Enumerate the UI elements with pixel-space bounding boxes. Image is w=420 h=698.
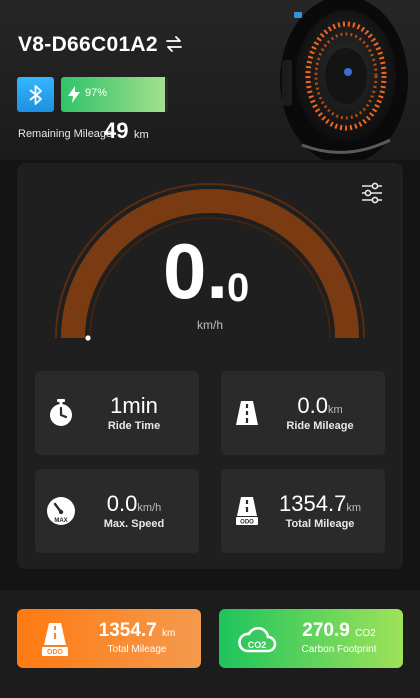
bluetooth-button[interactable] bbox=[17, 77, 54, 112]
remaining-mileage-value: 49 bbox=[104, 118, 129, 143]
max-speed-label: Max. Speed bbox=[103, 518, 165, 530]
ride-mileage-card: 0.0km Ride Mileage bbox=[221, 371, 385, 455]
unicycle-image bbox=[280, 0, 408, 160]
ride-time-label: Ride Time bbox=[107, 420, 161, 432]
lightning-icon bbox=[68, 86, 80, 103]
ride-mileage-label: Ride Mileage bbox=[286, 420, 354, 432]
swap-device-icon[interactable] bbox=[165, 35, 183, 53]
carbon-footprint-tile[interactable]: CO2 270.9 CO2 Carbon Footprint bbox=[219, 609, 403, 668]
total-mileage-value: 1354.7km bbox=[279, 491, 361, 516]
speed-value-int: 0. bbox=[163, 227, 229, 315]
gauge-indicator-dot bbox=[85, 335, 91, 341]
remaining-mileage-unit: km bbox=[134, 129, 149, 141]
total-mileage-card: ODO 1354.7km Total Mileage bbox=[221, 469, 385, 553]
total-mileage-tile[interactable]: ODO 1354.7 km Total Mileage bbox=[17, 609, 201, 668]
svg-text:ODO: ODO bbox=[47, 649, 64, 656]
remaining-mileage-label: Remaining Mileage bbox=[18, 128, 113, 140]
ride-mileage-value: 0.0km bbox=[297, 393, 343, 418]
tile-carbon-value: 270.9 CO2 bbox=[302, 620, 376, 641]
bluetooth-icon bbox=[28, 84, 42, 105]
ride-time-value: 1min bbox=[110, 393, 158, 418]
max-speed-card: MAX 0.0km/h Max. Speed bbox=[35, 469, 199, 553]
tile-total-mileage-label: Total Mileage bbox=[107, 644, 167, 655]
device-name[interactable]: V8-D66C01A2 bbox=[18, 33, 158, 57]
tile-carbon-label: Carbon Footprint bbox=[301, 644, 377, 655]
speed-value-decimal: 0 bbox=[227, 266, 250, 310]
co2-cloud-icon: CO2 bbox=[238, 626, 277, 653]
max-speed-value: 0.0km/h bbox=[106, 491, 162, 516]
ride-time-card: 1min Ride Time bbox=[35, 371, 199, 455]
odometer-road-icon: ODO bbox=[42, 623, 68, 656]
total-mileage-label: Total Mileage bbox=[285, 518, 355, 530]
speed-unit: km/h bbox=[196, 318, 223, 332]
svg-text:CO2: CO2 bbox=[248, 640, 267, 650]
battery-indicator: 97% bbox=[61, 77, 168, 112]
battery-percent: 97% bbox=[85, 87, 108, 99]
tile-total-mileage-value: 1354.7 km bbox=[98, 620, 176, 641]
